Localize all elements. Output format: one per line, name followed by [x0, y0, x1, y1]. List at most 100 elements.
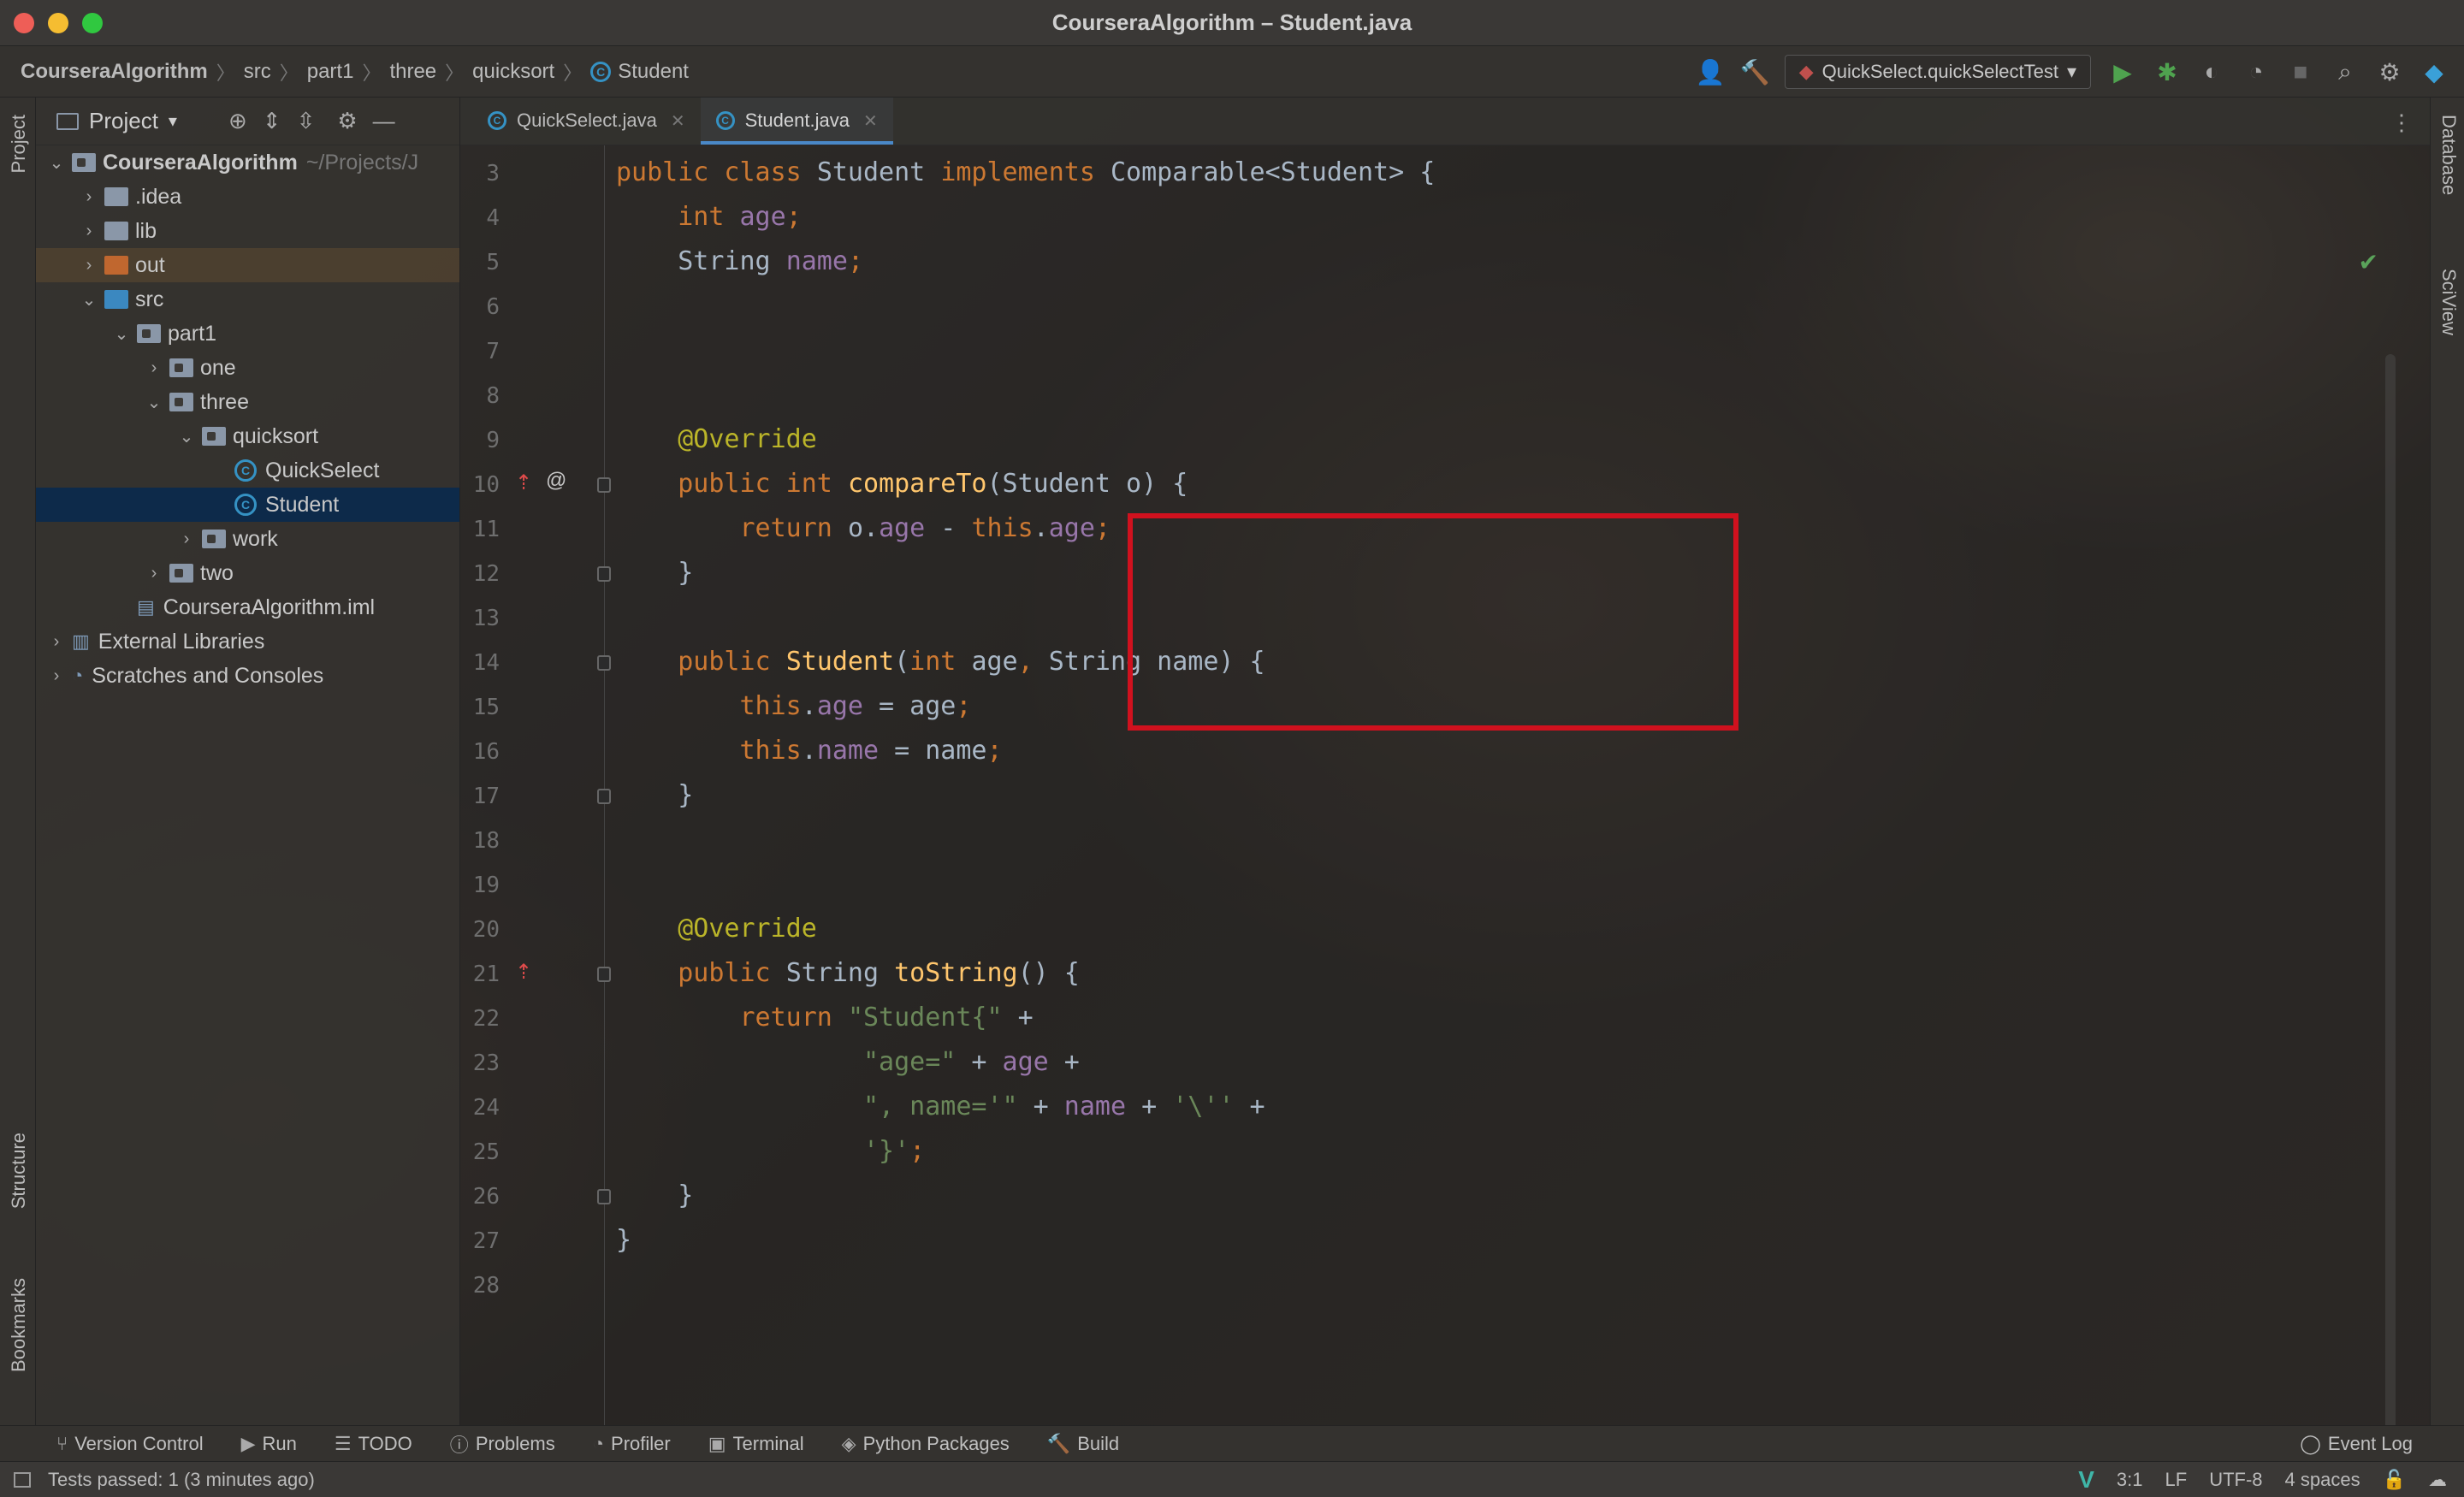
- database-tool-tab[interactable]: Database: [2437, 115, 2460, 195]
- run-icon[interactable]: ▶: [2110, 58, 2135, 86]
- close-icon[interactable]: ✕: [863, 110, 878, 132]
- chevron-down-icon[interactable]: ⌄: [113, 323, 130, 345]
- event-log-button[interactable]: ◯ Event Log: [2300, 1426, 2413, 1462]
- caret-position[interactable]: 3:1: [2117, 1469, 2143, 1491]
- tree-item-courseraalgorithm-iml[interactable]: ▤ CourseraAlgorithm.iml: [36, 590, 459, 624]
- line-number[interactable]: 11: [460, 517, 500, 542]
- tool-build[interactable]: 🔨 Build: [1047, 1433, 1119, 1455]
- file-encoding[interactable]: UTF-8: [2209, 1469, 2262, 1491]
- chevron-right-icon[interactable]: ›: [178, 530, 195, 549]
- structure-tool-tab[interactable]: Structure: [8, 1133, 30, 1209]
- line-number[interactable]: 27: [460, 1228, 500, 1254]
- line-number[interactable]: 23: [460, 1050, 500, 1076]
- line-number[interactable]: 18: [460, 828, 500, 854]
- tool-python-packages[interactable]: ◈ Python Packages: [842, 1433, 1010, 1455]
- tool-version-control[interactable]: ⑂ Version Control: [56, 1433, 204, 1455]
- line-number[interactable]: 20: [460, 917, 500, 943]
- chevron-down-icon[interactable]: ⌄: [80, 289, 98, 311]
- collapse-all-icon[interactable]: ⇳: [297, 108, 316, 134]
- line-number[interactable]: 21: [460, 962, 500, 987]
- override-implements-icon[interactable]: ⇡: [515, 470, 532, 495]
- line-number[interactable]: 22: [460, 1006, 500, 1032]
- line-number[interactable]: 10: [460, 472, 500, 498]
- line-number[interactable]: 24: [460, 1095, 500, 1121]
- tab-student[interactable]: C Student.java ✕: [700, 97, 893, 145]
- tree-item-quickselect[interactable]: C QuickSelect: [36, 453, 459, 488]
- breadcrumb-part1[interactable]: part1: [307, 60, 354, 84]
- chevron-right-icon[interactable]: ›: [80, 222, 98, 241]
- fold-marker-icon[interactable]: [597, 655, 611, 671]
- chevron-right-icon[interactable]: ›: [145, 358, 163, 378]
- line-number[interactable]: 16: [460, 739, 500, 765]
- minimize-window-button[interactable]: [48, 13, 68, 33]
- indent-setting[interactable]: 4 spaces: [2285, 1469, 2360, 1491]
- tree-item-student[interactable]: C Student: [36, 488, 459, 522]
- breadcrumb-src[interactable]: src: [244, 60, 271, 84]
- coverage-icon[interactable]: ◐: [2199, 58, 2224, 86]
- tree-item-three[interactable]: ⌄ three: [36, 385, 459, 419]
- gear-icon[interactable]: ⚙: [2377, 58, 2402, 86]
- tree-item-external-libraries[interactable]: › ▥ External Libraries: [36, 624, 459, 659]
- close-window-button[interactable]: [14, 13, 34, 33]
- editor-scrollbar[interactable]: [2385, 354, 2396, 1432]
- maximize-window-button[interactable]: [82, 13, 103, 33]
- stop-icon[interactable]: ■: [2288, 58, 2313, 86]
- tree-item-one[interactable]: › one: [36, 351, 459, 385]
- inspection-ok-icon[interactable]: ✔: [2359, 248, 2378, 276]
- tool-run[interactable]: ▶ Run: [241, 1433, 297, 1455]
- tree-item-work[interactable]: › work: [36, 522, 459, 556]
- breadcrumb-project[interactable]: CourseraAlgorithm: [21, 60, 208, 84]
- build-hammer-icon[interactable]: 🔨: [1740, 58, 1770, 86]
- tree-item-src[interactable]: ⌄ src: [36, 282, 459, 317]
- line-number[interactable]: 13: [460, 606, 500, 631]
- line-number[interactable]: 28: [460, 1273, 500, 1299]
- tree-item--idea[interactable]: › .idea: [36, 180, 459, 214]
- tree-item-lib[interactable]: › lib: [36, 214, 459, 248]
- line-number[interactable]: 7: [460, 339, 500, 364]
- gear-icon[interactable]: ⚙: [337, 108, 357, 134]
- tree-item-quicksort[interactable]: ⌄ quicksort: [36, 419, 459, 453]
- breadcrumb-student[interactable]: C Student: [590, 60, 689, 84]
- line-number[interactable]: 15: [460, 695, 500, 720]
- line-number[interactable]: 8: [460, 383, 500, 409]
- project-view-selector[interactable]: Project ▾: [56, 108, 177, 134]
- close-icon[interactable]: ✕: [671, 110, 685, 132]
- sciview-tool-tab[interactable]: SciView: [2437, 269, 2460, 335]
- line-number[interactable]: 5: [460, 250, 500, 275]
- profile-icon[interactable]: ◔: [2243, 58, 2269, 86]
- tool-terminal[interactable]: ▣ Terminal: [708, 1433, 804, 1455]
- lock-icon[interactable]: 🔓: [2383, 1469, 2406, 1491]
- fold-marker-icon[interactable]: [597, 789, 611, 804]
- chevron-right-icon[interactable]: ›: [80, 256, 98, 275]
- search-icon[interactable]: ⌕: [2332, 58, 2358, 86]
- tree-item-two[interactable]: › two: [36, 556, 459, 590]
- tree-item-out[interactable]: › out: [36, 248, 459, 282]
- override-method-icon[interactable]: ⇡: [515, 960, 532, 985]
- chevron-down-icon[interactable]: ⌄: [48, 152, 65, 174]
- chevron-right-icon[interactable]: ›: [80, 187, 98, 207]
- chevron-right-icon[interactable]: ›: [145, 564, 163, 583]
- toggle-tool-windows-icon[interactable]: [14, 1471, 31, 1488]
- tool-todo[interactable]: ☰ TODO: [335, 1433, 412, 1455]
- project-tool-tab[interactable]: Project: [8, 115, 30, 173]
- chevron-down-icon[interactable]: ⌄: [178, 426, 195, 447]
- line-number[interactable]: 25: [460, 1139, 500, 1165]
- line-number[interactable]: 17: [460, 784, 500, 809]
- jetbrains-logo-icon[interactable]: ◆: [2421, 58, 2447, 86]
- breadcrumb-quicksort[interactable]: quicksort: [472, 60, 554, 84]
- chevron-down-icon[interactable]: ⌄: [145, 392, 163, 413]
- fold-marker-icon[interactable]: [597, 477, 611, 493]
- tab-quickselect[interactable]: C QuickSelect.java ✕: [472, 97, 701, 145]
- fold-marker-icon[interactable]: [597, 566, 611, 582]
- status-message[interactable]: Tests passed: 1 (3 minutes ago): [48, 1469, 315, 1491]
- hide-panel-icon[interactable]: —: [373, 108, 395, 134]
- notifications-icon[interactable]: ☁: [2428, 1469, 2447, 1491]
- tree-item-part1[interactable]: ⌄ part1: [36, 317, 459, 351]
- more-options-icon[interactable]: ⋮: [2390, 109, 2413, 136]
- line-number[interactable]: 12: [460, 561, 500, 587]
- annotation-icon[interactable]: @: [546, 469, 566, 493]
- breadcrumb-three[interactable]: three: [389, 60, 436, 84]
- line-number[interactable]: 19: [460, 873, 500, 898]
- fold-marker-icon[interactable]: [597, 1189, 611, 1204]
- line-number[interactable]: 9: [460, 428, 500, 453]
